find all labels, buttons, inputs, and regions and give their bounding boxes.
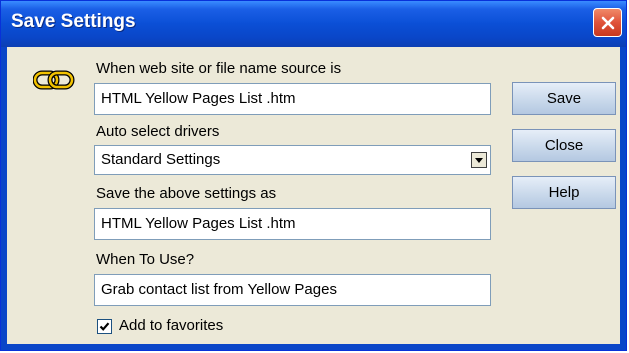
favorites-checkbox[interactable] [97, 319, 112, 334]
drivers-selected-value: Standard Settings [101, 151, 221, 168]
close-window-button[interactable] [593, 8, 622, 37]
favorites-label[interactable]: Add to favorites [119, 317, 223, 334]
save-as-field[interactable]: HTML Yellow Pages List .htm [94, 208, 491, 240]
close-button[interactable]: Close [512, 129, 616, 162]
window-border-right [620, 47, 626, 350]
checkmark-icon [99, 322, 110, 331]
save-button[interactable]: Save [512, 82, 616, 115]
source-field[interactable]: HTML Yellow Pages List .htm [94, 83, 491, 115]
close-x-icon [601, 16, 614, 29]
source-label: When web site or file name source is [96, 60, 342, 77]
title-bar[interactable]: Save Settings [1, 1, 626, 47]
drivers-label: Auto select drivers [96, 123, 220, 140]
when-to-use-field[interactable]: Grab contact list from Yellow Pages [94, 274, 491, 306]
when-to-use-label: When To Use? [96, 251, 195, 268]
window-border-bottom [1, 344, 626, 350]
dropdown-arrow-icon[interactable] [471, 152, 487, 168]
save-settings-dialog: Save Settings When web site or file name… [0, 0, 627, 351]
chain-link-icon [33, 70, 75, 90]
window-title: Save Settings [11, 11, 136, 32]
help-button[interactable]: Help [512, 176, 616, 209]
drivers-select[interactable]: Standard Settings [94, 145, 491, 175]
save-as-label: Save the above settings as [96, 185, 277, 202]
